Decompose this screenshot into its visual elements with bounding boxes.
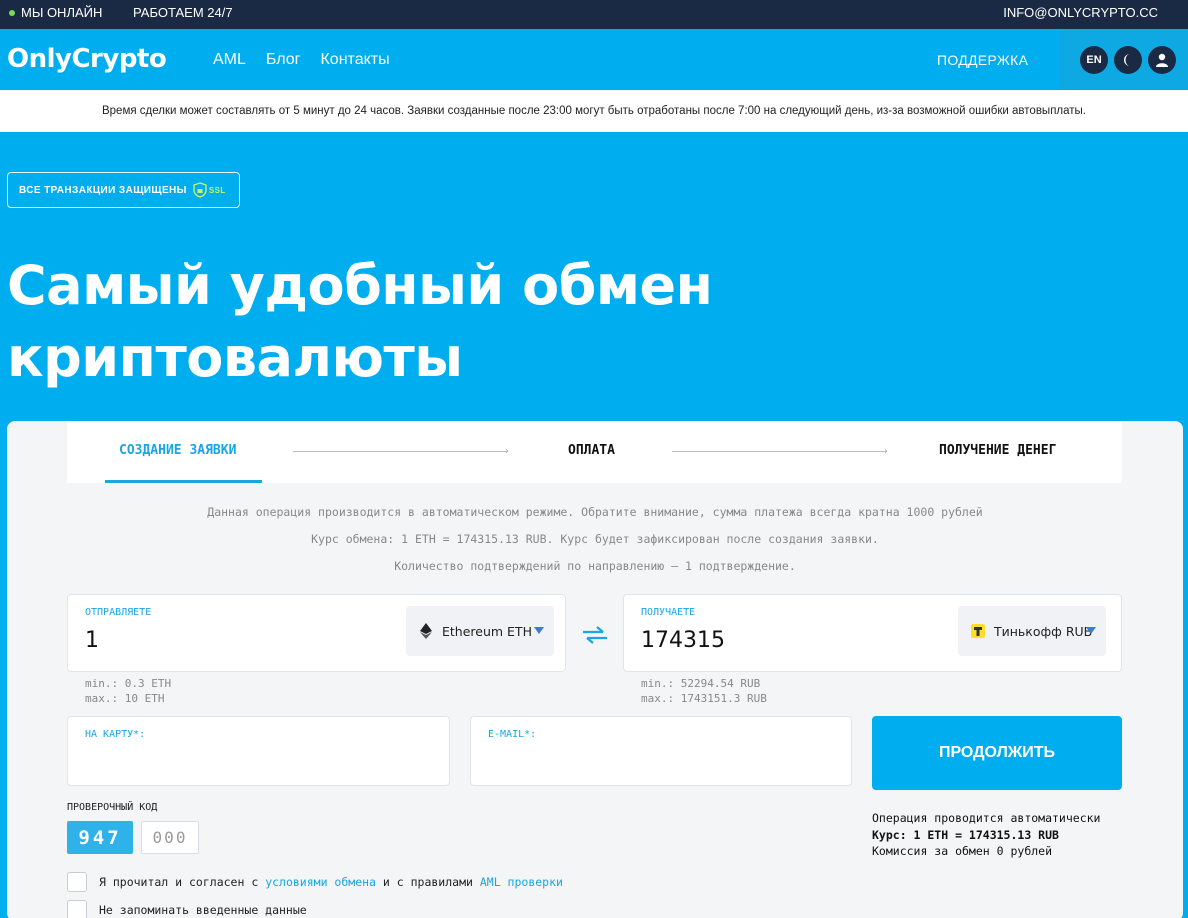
chevron-down-icon: [534, 627, 544, 634]
logo[interactable]: OnlyCrypto: [7, 44, 167, 74]
ethereum-icon: [418, 623, 434, 639]
step-create-order: СОЗДАНИЕ ЗАЯВКИ: [119, 443, 237, 458]
receive-amount-field[interactable]: ПОЛУЧАЕТЕ 174315 Тинькофф RUB: [623, 594, 1122, 672]
continue-button[interactable]: ПРОДОЛЖИТЬ: [872, 716, 1122, 790]
receive-currency-label: Тинькофф RUB: [994, 623, 1093, 639]
send-min: min.: 0.3 ETH: [85, 677, 172, 690]
card-number-field[interactable]: НА КАРТУ*:: [67, 716, 450, 786]
hero-line-1: Самый удобный обмен: [7, 254, 713, 317]
online-dot-icon: [9, 9, 15, 16]
moon-icon: [1124, 53, 1130, 66]
terms-link[interactable]: условиями обмена: [265, 875, 376, 889]
operation-info: Операция проводится автоматически Курс: …: [872, 810, 1100, 860]
language-button[interactable]: EN: [1080, 45, 1108, 74]
nav-link-blog[interactable]: Блог: [266, 51, 301, 69]
ssl-shield-icon: SSL: [193, 182, 226, 198]
info-line: Данная операция производится в автоматич…: [207, 505, 983, 519]
hero-title: Самый удобный обмен криптовалюты: [7, 250, 713, 394]
nav-link-contacts[interactable]: Контакты: [320, 51, 389, 69]
ssl-badge-text: ВСЕ ТРАНЗАКЦИИ ЗАЩИЩЕНЫ: [19, 184, 187, 196]
captcha-label: ПРОВЕРОЧНЫЙ КОД: [67, 802, 158, 813]
nav-link-aml[interactable]: AML: [213, 51, 246, 69]
aml-link[interactable]: AML проверки: [480, 875, 563, 889]
user-icon: [1156, 53, 1168, 67]
navbar: OnlyCrypto AML Блог Контакты ПОДДЕРЖКА E…: [0, 29, 1188, 90]
account-button[interactable]: [1148, 45, 1176, 74]
agree-prefix: Я прочитал и согласен с: [99, 875, 259, 889]
card-label: НА КАРТУ*:: [85, 729, 146, 740]
operation-line: Операция проводится автоматически: [872, 811, 1101, 825]
email-label: E-MAIL*:: [488, 729, 537, 740]
receive-limits: min.: 52294.54 RUB max.: 1743151.3 RUB: [641, 676, 767, 706]
tinkoff-icon: [970, 623, 986, 639]
agree-checkbox[interactable]: [67, 872, 87, 892]
receive-currency-select[interactable]: Тинькофф RUB: [958, 606, 1106, 656]
info-line: Количество подтверждений по направлению …: [394, 559, 796, 573]
email-link[interactable]: INFO@ONLYCRYPTO.CC: [1003, 5, 1158, 20]
support-link[interactable]: ПОДДЕРЖКА: [937, 52, 1028, 68]
nav-links: AML Блог Контакты: [213, 51, 390, 69]
steps-bar: СОЗДАНИЕ ЗАЯВКИ › ОПЛАТА › ПОЛУЧЕНИЕ ДЕН…: [67, 421, 1122, 483]
step-payment: ОПЛАТА: [568, 443, 615, 458]
exchange-panel: СОЗДАНИЕ ЗАЯВКИ › ОПЛАТА › ПОЛУЧЕНИЕ ДЕН…: [7, 421, 1183, 918]
send-amount-field[interactable]: ОТПРАВЛЯЕТЕ 1 Ethereum ETH: [67, 594, 566, 672]
receive-max: max.: 1743151.3 RUB: [641, 692, 767, 705]
arrow-right-icon: ›: [884, 446, 888, 457]
chevron-down-icon: [1086, 627, 1096, 634]
captcha-code: 947: [67, 821, 133, 854]
online-text: МЫ ОНЛАЙН: [21, 5, 103, 20]
step-divider: [293, 451, 507, 452]
captcha-input[interactable]: 000: [141, 821, 199, 854]
arrow-right-icon: ›: [505, 446, 509, 457]
send-amount-input[interactable]: 1: [85, 628, 99, 653]
hero-line-2: криптовалюты: [7, 326, 463, 389]
info-line: Курс обмена: 1 ETH = 174315.13 RUB. Курс…: [311, 532, 879, 546]
online-status: МЫ ОНЛАЙН: [9, 5, 102, 20]
receive-amount-input[interactable]: 174315: [641, 628, 725, 653]
send-currency-label: Ethereum ETH: [442, 623, 532, 639]
send-label: ОТПРАВЛЯЕТЕ: [85, 607, 152, 618]
operation-rate: Курс: 1 ETH = 174315.13 RUB: [872, 827, 1059, 842]
receive-min: min.: 52294.54 RUB: [641, 677, 761, 690]
working-hours: РАБОТАЕМ 24/7: [133, 5, 233, 20]
active-step-underline: [105, 480, 262, 483]
send-currency-select[interactable]: Ethereum ETH: [406, 606, 554, 656]
remember-row: Не запоминать введенные данные: [67, 900, 307, 918]
agree-row: Я прочитал и согласен с условиями обмена…: [67, 872, 563, 892]
ssl-badge: ВСЕ ТРАНЗАКЦИИ ЗАЩИЩЕНЫ SSL: [7, 172, 240, 208]
top-bar: МЫ ОНЛАЙН РАБОТАЕМ 24/7 INFO@ONLYCRYPTO.…: [0, 0, 1188, 29]
swap-icon[interactable]: [581, 625, 609, 650]
step-divider: [672, 451, 886, 452]
send-max: max.: 10 ETH: [85, 692, 165, 705]
receive-label: ПОЛУЧАЕТЕ: [641, 607, 696, 618]
remember-checkbox[interactable]: [67, 900, 87, 918]
agree-middle: и с правилами: [382, 875, 473, 889]
email-field[interactable]: E-MAIL*:: [470, 716, 852, 786]
operation-fee: Комиссия за обмен 0 рублей: [872, 844, 1053, 858]
send-limits: min.: 0.3 ETH max.: 10 ETH: [85, 676, 171, 706]
step-receive-money: ПОЛУЧЕНИЕ ДЕНЕГ: [939, 443, 1057, 458]
notice-banner: Время сделки может составлять от 5 минут…: [0, 90, 1188, 132]
nav-controls: EN: [1060, 29, 1188, 90]
theme-toggle-button[interactable]: [1114, 45, 1142, 74]
remember-label: Не запоминать введенные данные: [99, 903, 307, 917]
